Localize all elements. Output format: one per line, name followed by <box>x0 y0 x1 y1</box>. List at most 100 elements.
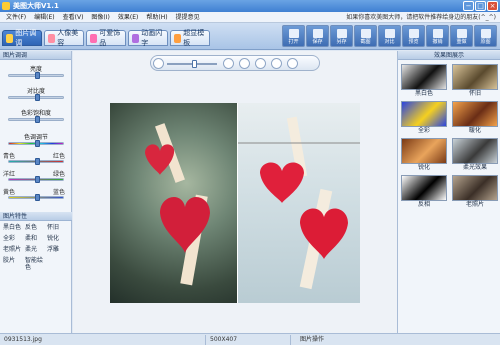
brightness-slider[interactable] <box>8 72 64 79</box>
effect-invert[interactable]: 反色 <box>25 224 47 231</box>
hearts-clothespins-image <box>145 123 210 286</box>
tab-cute-decor[interactable]: 可爱饰品 <box>86 29 126 47</box>
save-button[interactable]: 保存 <box>306 25 329 47</box>
slider-thumb[interactable] <box>34 116 40 123</box>
slider-thumb[interactable] <box>34 140 40 147</box>
thumb-label: 反相 <box>417 201 430 208</box>
thumb-label: 怀旧 <box>468 90 481 97</box>
effect-bw[interactable]: 黑白色 <box>3 224 25 231</box>
menu-feedback[interactable]: 提提意见 <box>172 13 204 22</box>
crop-icon[interactable] <box>271 58 282 69</box>
tab-image-adjust[interactable]: 图片调调 <box>2 29 42 47</box>
tab-label: 图片调调 <box>15 29 37 47</box>
saturation-slider[interactable] <box>8 116 64 123</box>
contrast-slider[interactable] <box>8 94 64 101</box>
tab-templates[interactable]: 超显模板 <box>170 29 210 47</box>
window-title: 美图大师V1.1 <box>13 2 59 10</box>
tab-animated-text[interactable]: 动画闪字 <box>128 29 168 47</box>
magenta-green-slider[interactable] <box>8 176 64 183</box>
open-button[interactable]: 打开 <box>282 25 305 47</box>
thumb-bw[interactable]: 黑白色 <box>400 64 448 99</box>
zoom-search-icon[interactable] <box>153 58 164 69</box>
zoom-thumb[interactable] <box>191 60 197 68</box>
effects-list: 黑白色 反色 怀旧 全彩 柔和 锐化 老照片 柔光 浮雕 胶片 智能绘色 <box>3 224 71 271</box>
folder-icon <box>288 29 299 38</box>
save-as-icon <box>336 29 347 38</box>
cyan-red-slider[interactable] <box>8 158 64 165</box>
thumb-softlight[interactable]: 柔光效果 <box>451 138 499 173</box>
thumb-image <box>452 138 498 164</box>
close-button[interactable]: × <box>487 1 498 11</box>
undo-button[interactable]: 撤销 <box>426 25 449 47</box>
cyan-label: 青色 <box>3 153 16 160</box>
yellow-label: 黄色 <box>3 189 16 196</box>
window-controls: − □ × <box>463 1 498 11</box>
thumb-fullcolor[interactable]: 全彩 <box>400 101 448 136</box>
slider-thumb[interactable] <box>34 194 40 201</box>
save-icon <box>312 29 323 38</box>
effect-emboss[interactable]: 浮雕 <box>47 246 69 253</box>
slider-thumb[interactable] <box>34 72 40 79</box>
effect-old-photo[interactable]: 老照片 <box>3 246 25 253</box>
thumb-label: 锐化 <box>417 164 430 171</box>
thumb-nostalgia[interactable]: 怀旧 <box>451 64 499 99</box>
menu-effects[interactable]: 效果(E) <box>114 13 142 22</box>
tab-portrait-beauty[interactable]: 人像美容 <box>44 29 84 47</box>
preview-button[interactable]: 预览 <box>402 25 425 47</box>
thumb-image <box>401 64 447 90</box>
thumb-grid: 黑白色 怀旧 全彩 暖化 锐化 柔光效果 反相 老照片 <box>400 64 499 210</box>
image-adjust-icon <box>6 33 14 43</box>
hearts-clothespins-image <box>238 116 360 290</box>
promo-text: 如果你喜欢美图大师，请把软件推荐给身边的朋友(^_^) <box>346 14 496 21</box>
effect-film[interactable]: 胶片 <box>3 257 25 271</box>
thumb-old-photo[interactable]: 老照片 <box>451 175 499 210</box>
slider-thumb[interactable] <box>34 158 40 165</box>
actual-size-icon[interactable] <box>239 58 250 69</box>
thumb-image <box>401 101 447 127</box>
effect-softlight[interactable]: 柔光 <box>25 246 47 253</box>
fit-icon[interactable] <box>223 58 234 69</box>
menu-view[interactable]: 查看(V) <box>59 13 88 22</box>
rotate-icon[interactable] <box>255 58 266 69</box>
menu-bar: 文件(F) 编辑(E) 查看(V) 图像(I) 效果(E) 帮助(H) 提提意见… <box>0 12 500 23</box>
portrait-icon <box>48 33 56 43</box>
compare-button[interactable]: 对比 <box>378 25 401 47</box>
effect-smart-color[interactable]: 智能绘色 <box>25 257 47 271</box>
effects-header: 图片特性 <box>0 212 72 221</box>
maximize-button[interactable]: □ <box>475 1 486 11</box>
effect-fullcolor[interactable]: 全彩 <box>3 235 25 242</box>
brush-icon[interactable] <box>287 58 298 69</box>
minimize-button[interactable]: − <box>463 1 474 11</box>
thumb-image <box>452 64 498 90</box>
thumb-image <box>452 175 498 201</box>
adjust-panel: 图片调调 亮度 对比度 色彩饱和度 色调调节 青色 红色 洋红 绿色 黄色 蓝色… <box>0 51 72 333</box>
thumb-sharpen[interactable]: 锐化 <box>400 138 448 173</box>
menu-help[interactable]: 帮助(H) <box>142 13 171 22</box>
tab-label: 可爱饰品 <box>99 29 121 47</box>
slider-thumb[interactable] <box>34 176 40 183</box>
hue-slider[interactable] <box>8 140 64 147</box>
status-filename: 0931513.jpg <box>4 336 42 343</box>
thumb-invert[interactable]: 反相 <box>400 175 448 210</box>
yellow-blue-slider[interactable] <box>8 194 64 201</box>
menu-image[interactable]: 图像(I) <box>87 13 113 22</box>
panel-header: 效果图展示 <box>398 51 500 60</box>
original-button[interactable]: 原图 <box>474 25 497 47</box>
menu-edit[interactable]: 编辑(E) <box>30 13 58 22</box>
animation-icon <box>132 33 140 43</box>
red-label: 红色 <box>53 153 66 160</box>
original-icon <box>480 29 491 38</box>
redo-icon <box>456 29 467 38</box>
effect-soft[interactable]: 柔和 <box>25 235 47 242</box>
redo-button[interactable]: 重做 <box>450 25 473 47</box>
effect-nostalgia[interactable]: 怀旧 <box>47 224 69 231</box>
effect-sharpen[interactable]: 锐化 <box>47 235 69 242</box>
slider-thumb[interactable] <box>34 94 40 101</box>
photo-canvas[interactable] <box>110 103 360 303</box>
screenshot-button[interactable]: 截图 <box>354 25 377 47</box>
zoom-slider[interactable] <box>167 60 217 68</box>
tab-label: 人像美容 <box>57 29 79 47</box>
thumb-warm[interactable]: 暖化 <box>451 101 499 136</box>
menu-file[interactable]: 文件(F) <box>2 13 30 22</box>
save-as-button[interactable]: 另存 <box>330 25 353 47</box>
